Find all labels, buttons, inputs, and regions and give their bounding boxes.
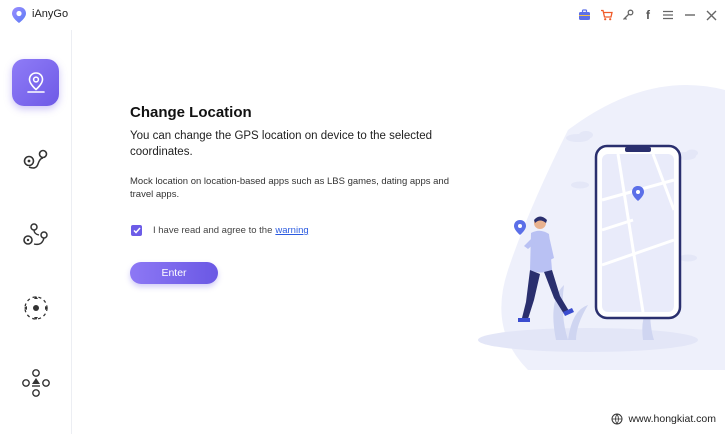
key-icon[interactable] — [620, 7, 636, 23]
directional-pad-icon — [21, 368, 50, 397]
watermark-text: www.hongkiat.com — [628, 413, 716, 425]
close-icon[interactable] — [703, 7, 719, 23]
map-pin-icon — [26, 71, 45, 93]
enter-button[interactable]: Enter — [130, 262, 218, 284]
warning-link[interactable]: warning — [275, 225, 308, 236]
route-two-spot-icon — [23, 149, 47, 169]
app-logo-icon — [12, 7, 26, 23]
cart-icon[interactable] — [598, 7, 614, 23]
phone-location-illustration — [478, 85, 725, 370]
agree-checkbox[interactable] — [131, 225, 142, 236]
minimize-icon[interactable] — [682, 7, 698, 23]
route-multi-spot-icon — [22, 222, 48, 245]
joystick-icon — [23, 295, 48, 320]
sidebar-item-multi-spot-movement[interactable] — [12, 212, 59, 259]
briefcase-icon[interactable] — [576, 7, 592, 23]
agree-row: I have read and agree to the warning — [131, 225, 309, 236]
title-bar: iAnyGo f — [0, 0, 725, 30]
watermark: www.hongkiat.com — [608, 412, 719, 426]
app-title: iAnyGo — [32, 8, 69, 20]
globe-icon — [611, 413, 623, 425]
menu-icon[interactable] — [660, 7, 676, 23]
note-text: Mock location on location-based apps suc… — [130, 176, 449, 200]
page-title: Change Location — [130, 104, 252, 121]
facebook-icon[interactable]: f — [640, 7, 656, 23]
sidebar-item-two-spot-movement[interactable] — [12, 135, 59, 182]
check-icon — [132, 227, 141, 234]
agree-label: I have read and agree to the — [153, 225, 273, 236]
description-text: You can change the GPS location on devic… — [130, 130, 432, 158]
sidebar-item-joystick-movement[interactable] — [12, 284, 59, 331]
sidebar — [0, 30, 72, 434]
sidebar-item-change-location[interactable] — [12, 59, 59, 106]
sidebar-item-import-gpx[interactable] — [12, 359, 59, 406]
main-panel: Change Location You can change the GPS l… — [73, 30, 725, 434]
